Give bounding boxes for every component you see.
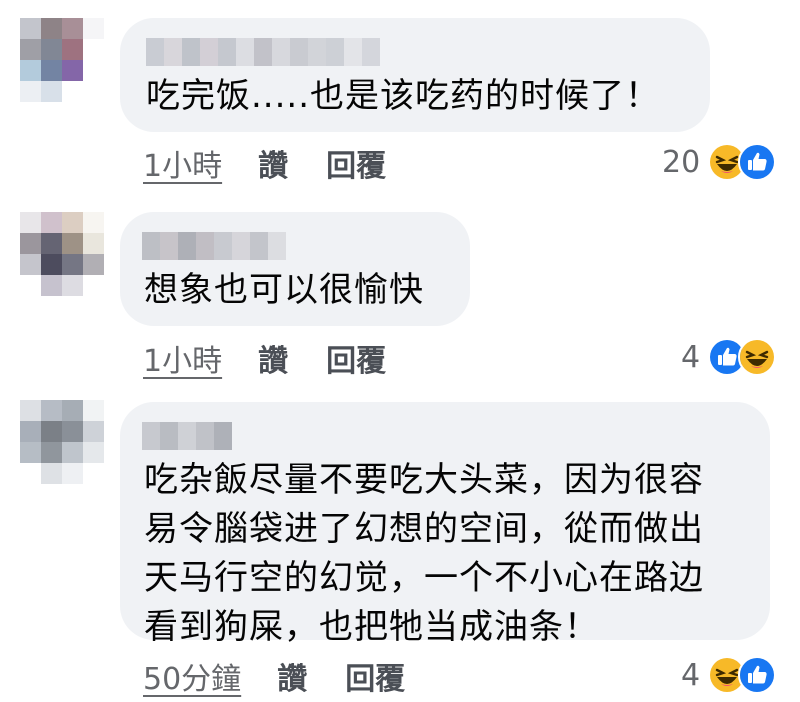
timestamp-link[interactable]: 1小時	[143, 141, 222, 185]
comment-actions: 50分鐘 讚 回覆	[143, 654, 405, 698]
comment-text: 吃杂飯尽量不要吃大头菜，因为很容 易令腦袋进了幻想的空间，從而做出 天马行空的幻…	[144, 460, 704, 647]
commenter-name[interactable]	[142, 422, 232, 450]
haha-icon	[738, 338, 777, 376]
commenter-name[interactable]	[146, 38, 380, 66]
comments-thread: 吃完饭.....也是该吃药的时候了！ 1小時 讚 回覆 20 想象也可以很愉快 …	[0, 0, 800, 702]
like-button[interactable]: 讚	[277, 654, 307, 698]
comment-text: 吃完饭.....也是该吃药的时候了！	[146, 76, 661, 116]
reaction-summary[interactable]: 4	[681, 655, 777, 695]
like-button[interactable]: 讚	[258, 141, 288, 185]
avatar[interactable]	[20, 400, 104, 484]
commenter-name[interactable]	[142, 232, 286, 260]
reaction-count: 4	[681, 657, 701, 693]
reply-button[interactable]: 回覆	[326, 141, 386, 185]
reaction-summary[interactable]: 20	[662, 142, 777, 182]
comment-bubble: 吃完饭.....也是该吃药的时候了！	[120, 18, 710, 132]
comment-actions: 1小時 讚 回覆	[143, 141, 386, 185]
timestamp-link[interactable]: 50分鐘	[143, 654, 241, 698]
avatar[interactable]	[20, 212, 104, 296]
reply-button[interactable]: 回覆	[345, 654, 405, 698]
comment-bubble: 想象也可以很愉快	[120, 212, 470, 326]
reaction-summary[interactable]: 4	[681, 337, 777, 377]
comment-bubble: 吃杂飯尽量不要吃大头菜，因为很容 易令腦袋进了幻想的空间，從而做出 天马行空的幻…	[120, 402, 770, 647]
reaction-count: 4	[681, 339, 701, 375]
comment-actions: 1小時 讚 回覆	[143, 336, 386, 380]
like-button[interactable]: 讚	[258, 336, 288, 380]
timestamp-link[interactable]: 1小時	[143, 336, 222, 380]
like-icon	[738, 656, 777, 694]
reaction-count: 20	[662, 144, 701, 180]
like-icon	[738, 143, 777, 181]
reply-button[interactable]: 回覆	[326, 336, 386, 380]
comment-text: 想象也可以很愉快	[144, 270, 424, 310]
avatar[interactable]	[20, 18, 104, 102]
